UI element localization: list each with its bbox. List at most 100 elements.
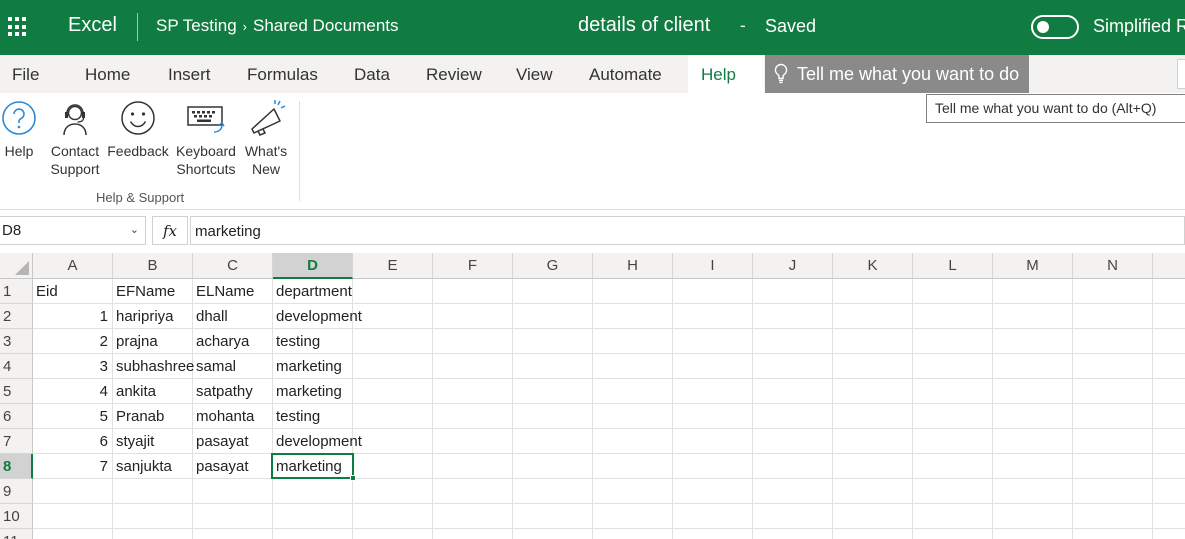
tab-review[interactable]: Review	[426, 65, 482, 85]
contact-support-button[interactable]: Contact Support	[46, 99, 104, 178]
row-header-4[interactable]: 4	[0, 354, 33, 379]
table-cell[interactable]	[513, 329, 593, 354]
column-header-c[interactable]: C	[193, 253, 273, 279]
table-cell[interactable]	[673, 529, 753, 539]
share-area[interactable]	[1177, 59, 1185, 89]
table-cell[interactable]	[673, 479, 753, 504]
row-header-3[interactable]: 3	[0, 329, 33, 354]
table-cell[interactable]	[433, 454, 513, 479]
feedback-button[interactable]: Feedback	[105, 99, 171, 160]
cell-b2[interactable]: haripriya	[113, 304, 193, 329]
table-cell[interactable]	[913, 304, 993, 329]
cell-c5[interactable]: satpathy	[193, 379, 273, 404]
table-cell[interactable]	[593, 304, 673, 329]
column-header-e[interactable]: E	[353, 253, 433, 279]
table-cell[interactable]	[513, 379, 593, 404]
column-header-d[interactable]: D	[273, 253, 353, 279]
row-header-7[interactable]: 7	[0, 429, 33, 454]
row-header-1[interactable]: 1	[0, 279, 33, 304]
table-cell[interactable]	[1073, 429, 1153, 454]
row-header-10[interactable]: 10	[0, 504, 33, 529]
cell-d1[interactable]: department	[273, 279, 353, 304]
table-cell[interactable]	[433, 479, 513, 504]
table-cell[interactable]	[1153, 279, 1185, 304]
column-header-j[interactable]: J	[753, 253, 833, 279]
cell-c1[interactable]: ELName	[193, 279, 273, 304]
name-box[interactable]: D8 ⌄	[0, 216, 146, 245]
column-header-b[interactable]: B	[113, 253, 193, 279]
table-cell[interactable]	[913, 429, 993, 454]
table-cell[interactable]	[353, 454, 433, 479]
table-cell[interactable]	[433, 329, 513, 354]
table-cell[interactable]	[1073, 279, 1153, 304]
table-cell[interactable]	[1073, 454, 1153, 479]
table-cell[interactable]	[1153, 379, 1185, 404]
formula-input[interactable]: marketing	[190, 216, 1185, 245]
table-cell[interactable]	[1073, 404, 1153, 429]
table-cell[interactable]	[33, 529, 113, 539]
table-cell[interactable]	[993, 304, 1073, 329]
table-cell[interactable]	[593, 454, 673, 479]
table-cell[interactable]	[993, 279, 1073, 304]
app-name[interactable]: Excel	[68, 14, 117, 37]
table-cell[interactable]	[593, 354, 673, 379]
table-cell[interactable]	[673, 404, 753, 429]
app-launcher-icon[interactable]	[8, 17, 28, 37]
table-cell[interactable]	[513, 479, 593, 504]
cell-b1[interactable]: EFName	[113, 279, 193, 304]
table-cell[interactable]	[913, 354, 993, 379]
cell-b5[interactable]: ankita	[113, 379, 193, 404]
table-cell[interactable]	[673, 504, 753, 529]
table-cell[interactable]	[1153, 429, 1185, 454]
table-cell[interactable]	[673, 454, 753, 479]
table-cell[interactable]	[913, 454, 993, 479]
tab-view[interactable]: View	[516, 65, 553, 85]
table-cell[interactable]	[433, 404, 513, 429]
cell-a1[interactable]: Eid	[33, 279, 113, 304]
column-header-i[interactable]: I	[673, 253, 753, 279]
cell-d2[interactable]: development	[273, 304, 362, 329]
table-cell[interactable]	[433, 379, 513, 404]
table-cell[interactable]	[513, 504, 593, 529]
tab-formulas[interactable]: Formulas	[247, 65, 318, 85]
table-cell[interactable]	[753, 404, 833, 429]
tell-me-search[interactable]: Tell me what you want to do	[765, 55, 1029, 93]
column-header-f[interactable]: F	[433, 253, 513, 279]
table-cell[interactable]	[1153, 404, 1185, 429]
table-cell[interactable]	[1153, 479, 1185, 504]
table-cell[interactable]	[993, 354, 1073, 379]
table-cell[interactable]	[113, 479, 193, 504]
table-cell[interactable]	[433, 304, 513, 329]
cell-c7[interactable]: pasayat	[193, 429, 273, 454]
table-cell[interactable]	[593, 479, 673, 504]
table-cell[interactable]	[353, 529, 433, 539]
cell-b7[interactable]: styajit	[113, 429, 193, 454]
table-cell[interactable]	[1073, 304, 1153, 329]
table-cell[interactable]	[913, 479, 993, 504]
cell-b4[interactable]: subhashree	[113, 354, 194, 379]
table-cell[interactable]	[993, 404, 1073, 429]
table-cell[interactable]	[353, 354, 433, 379]
table-cell[interactable]	[753, 479, 833, 504]
breadcrumb-folder[interactable]: Shared Documents	[253, 16, 399, 36]
table-cell[interactable]	[833, 504, 913, 529]
cell-a8[interactable]: 7	[33, 454, 113, 479]
cell-a6[interactable]: 5	[33, 404, 113, 429]
table-cell[interactable]	[833, 529, 913, 539]
table-cell[interactable]	[673, 279, 753, 304]
table-cell[interactable]	[993, 329, 1073, 354]
tab-file[interactable]: File	[12, 65, 39, 85]
table-cell[interactable]	[673, 329, 753, 354]
table-cell[interactable]	[433, 429, 513, 454]
column-header-m[interactable]: M	[993, 253, 1073, 279]
cell-a3[interactable]: 2	[33, 329, 113, 354]
table-cell[interactable]	[193, 504, 273, 529]
table-cell[interactable]	[993, 429, 1073, 454]
table-cell[interactable]	[593, 429, 673, 454]
cell-c6[interactable]: mohanta	[193, 404, 273, 429]
table-cell[interactable]	[833, 304, 913, 329]
table-cell[interactable]	[593, 279, 673, 304]
table-cell[interactable]	[833, 379, 913, 404]
table-cell[interactable]	[433, 504, 513, 529]
cell-a5[interactable]: 4	[33, 379, 113, 404]
